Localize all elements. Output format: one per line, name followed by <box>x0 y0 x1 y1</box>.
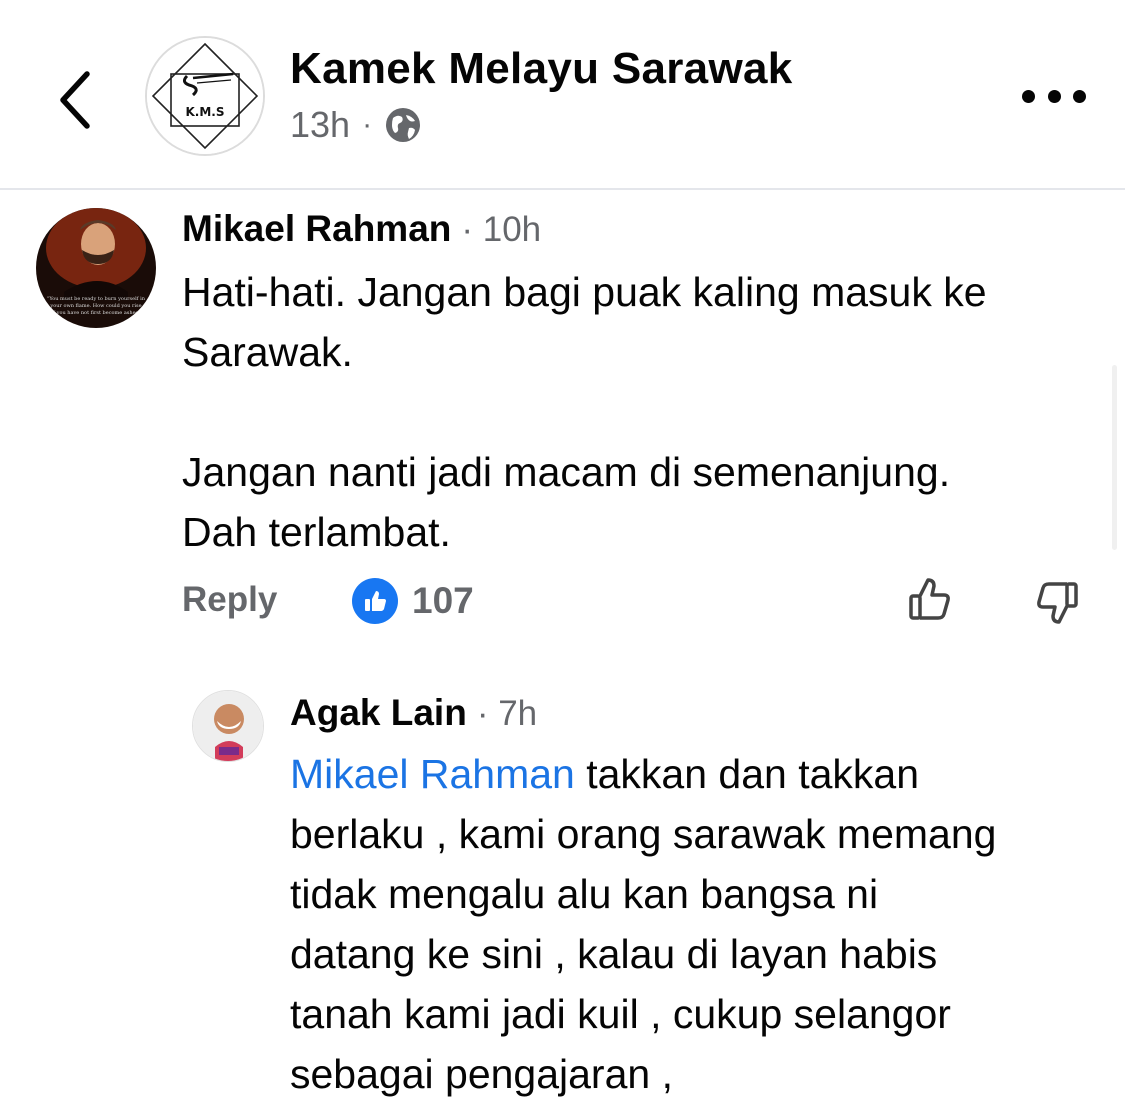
comment-line: Dah terlambat. <box>182 509 451 555</box>
comment-author[interactable]: Mikael Rahman <box>182 208 451 250</box>
comment-line: datang ke sini , kalau di layan habis <box>290 931 938 977</box>
comment-line: sebagai pengajaran , <box>290 1051 673 1097</box>
svg-text:if you have not first become a: if you have not first become ashes" <box>52 310 141 316</box>
reaction-count: 107 <box>412 580 474 621</box>
post-header: K.M.S Kamek Melayu Sarawak 13h · <box>0 0 1125 190</box>
comment-time: · 7h <box>476 694 538 733</box>
scrollbar[interactable] <box>1112 365 1117 550</box>
like-reaction-icon <box>352 578 398 624</box>
upvote-button[interactable] <box>905 572 961 628</box>
comment-line: Hati-hati. Jangan bagi puak kaling masuk… <box>182 269 987 315</box>
comment-line: berlaku , kami orang sarawak memang <box>290 811 997 857</box>
comment-line: Mikael Rahman takkan dan takkan <box>290 744 1110 804</box>
chevron-left-icon <box>60 71 90 129</box>
reply-button[interactable]: Reply <box>182 580 277 620</box>
svg-text:your own flame. How could you: your own flame. How could you rise <box>49 303 141 309</box>
comment-header: Mikael Rahman · 10h <box>182 208 541 250</box>
thumbs-down-outline-icon <box>1037 582 1078 624</box>
comment-text: takkan dan takkan <box>574 751 920 797</box>
more-dots-icon <box>1022 89 1035 103</box>
thumbs-up-outline-icon <box>909 578 950 620</box>
page-avatar[interactable]: K.M.S <box>145 36 265 156</box>
comment-blank-line <box>182 382 1102 442</box>
more-options-button[interactable] <box>1022 78 1086 114</box>
mention-link[interactable]: Mikael Rahman <box>290 751 575 797</box>
svg-text:"You must be ready to burn you: "You must be ready to burn yourself in <box>47 296 146 302</box>
comment-time: · 10h <box>461 210 542 249</box>
comment-line: Sarawak. <box>182 329 353 375</box>
comment-line: tidak mengalu alu kan bangsa ni <box>290 871 879 917</box>
more-dot-3 <box>1073 89 1086 103</box>
reply-avatar-image <box>193 691 263 761</box>
commenter-avatar-image: "You must be ready to burn yourself in y… <box>36 208 156 328</box>
avatar[interactable] <box>192 690 264 762</box>
kms-logo: K.M.S <box>147 38 263 154</box>
more-dot-2 <box>1047 89 1061 103</box>
globe-icon <box>386 108 421 142</box>
downvote-button[interactable] <box>1026 574 1082 630</box>
comment-author[interactable]: Agak Lain <box>290 692 467 734</box>
post-meta: 13h · <box>290 104 422 146</box>
comment-body: Mikael Rahman takkan dan takkan berlaku … <box>290 744 1110 1104</box>
meta-separator: · <box>362 108 373 141</box>
page-name[interactable]: Kamek Melayu Sarawak <box>290 44 793 94</box>
post-time[interactable]: 13h <box>290 104 350 146</box>
comment-line: Jangan nanti jadi macam di semenanjung. <box>182 449 951 495</box>
comment-line: tanah kami jadi kuil , cukup selangor <box>290 991 951 1037</box>
back-button[interactable] <box>40 60 110 140</box>
reaction-summary[interactable]: 107 <box>352 578 474 624</box>
comment-body: Hati-hati. Jangan bagi puak kaling masuk… <box>182 262 1102 562</box>
avatar[interactable]: "You must be ready to burn yourself in y… <box>36 208 156 328</box>
svg-text:K.M.S: K.M.S <box>186 105 225 119</box>
comment-header: Agak Lain · 7h <box>290 692 537 734</box>
